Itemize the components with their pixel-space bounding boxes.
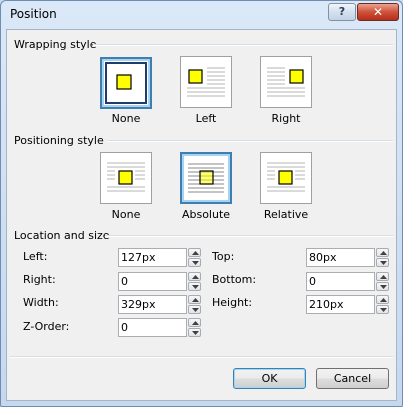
arrow-down-icon [380, 308, 387, 312]
arrow-down-icon [192, 331, 199, 335]
arrow-up-icon [192, 321, 199, 325]
bottom-field[interactable] [306, 272, 375, 291]
divider [93, 44, 393, 46]
arrow-up-icon [380, 275, 387, 279]
arrow-down-icon [192, 308, 199, 312]
zorder-label: Z-Order: [23, 320, 70, 333]
zorder-input[interactable] [119, 319, 185, 336]
left-spinner [188, 248, 201, 267]
zorder-decrement-button[interactable] [188, 328, 201, 337]
position-none-label: None [111, 208, 141, 221]
arrow-down-icon [192, 285, 199, 289]
cancel-button[interactable]: Cancel [316, 368, 389, 389]
wrap-left-label: Left [195, 112, 217, 125]
left-input[interactable] [119, 249, 185, 266]
arrow-down-icon [380, 261, 387, 265]
bottom-input[interactable] [307, 273, 373, 290]
left-decrement-button[interactable] [188, 258, 201, 267]
right-input[interactable] [119, 273, 185, 290]
divider [105, 235, 393, 237]
left-label: Left: [23, 250, 48, 263]
position-relative-icon [267, 162, 305, 192]
width-decrement-button[interactable] [188, 305, 201, 314]
right-field[interactable] [118, 272, 187, 291]
position-none-option[interactable] [100, 152, 152, 204]
top-spinner [376, 248, 389, 267]
ok-button[interactable]: OK [233, 368, 306, 389]
dialog-client: Wrapping style None Left Right Positioni… [6, 29, 397, 401]
height-decrement-button[interactable] [376, 305, 389, 314]
wrap-left-icon [187, 67, 225, 97]
dialog-title: Position [10, 7, 57, 21]
arrow-down-icon [192, 261, 199, 265]
wrapping-style-heading: Wrapping style [14, 38, 97, 51]
left-field[interactable] [118, 248, 187, 267]
width-input[interactable] [119, 296, 185, 313]
position-absolute-option[interactable] [180, 152, 232, 204]
left-increment-button[interactable] [188, 248, 201, 257]
right-decrement-button[interactable] [188, 282, 201, 291]
width-field[interactable] [118, 295, 187, 314]
wrap-right-label: Right [271, 112, 301, 125]
arrow-up-icon [192, 298, 199, 302]
bottom-spinner [376, 272, 389, 291]
height-input[interactable] [307, 296, 373, 313]
position-none-icon [107, 162, 145, 192]
arrow-up-icon [192, 275, 199, 279]
top-increment-button[interactable] [376, 248, 389, 257]
bottom-increment-button[interactable] [376, 272, 389, 281]
wrap-right-option[interactable] [260, 56, 312, 108]
position-relative-label: Relative [263, 208, 309, 221]
zorder-field[interactable] [118, 318, 187, 337]
bottom-decrement-button[interactable] [376, 282, 389, 291]
height-field[interactable] [306, 295, 375, 314]
right-label: Right: [23, 273, 56, 286]
divider [10, 356, 393, 358]
wrap-none-option[interactable] [100, 57, 152, 109]
close-button[interactable]: ✕ [357, 3, 399, 21]
zorder-increment-button[interactable] [188, 318, 201, 327]
help-button[interactable]: ? [328, 3, 356, 21]
height-spinner [376, 295, 389, 314]
position-dialog: Position ? ✕ Wrapping style None Left Ri… [0, 0, 403, 407]
position-relative-option[interactable] [260, 152, 312, 204]
wrap-right-icon [267, 67, 305, 97]
top-label: Top: [212, 250, 235, 263]
width-increment-button[interactable] [188, 295, 201, 304]
arrow-up-icon [192, 251, 199, 255]
zorder-spinner [188, 318, 201, 337]
width-spinner [188, 295, 201, 314]
right-spinner [188, 272, 201, 291]
title-bar: Position ? ✕ [1, 1, 402, 27]
wrap-left-option[interactable] [180, 56, 232, 108]
wrap-none-icon [105, 62, 147, 104]
right-increment-button[interactable] [188, 272, 201, 281]
height-increment-button[interactable] [376, 295, 389, 304]
height-label: Height: [212, 296, 253, 309]
top-input[interactable] [307, 249, 373, 266]
wrap-none-label: None [111, 112, 141, 125]
arrow-down-icon [380, 285, 387, 289]
arrow-up-icon [380, 298, 387, 302]
position-absolute-icon [188, 163, 224, 193]
top-decrement-button[interactable] [376, 258, 389, 267]
bottom-label: Bottom: [212, 273, 257, 286]
arrow-up-icon [380, 251, 387, 255]
divider [107, 140, 393, 142]
top-field[interactable] [306, 248, 375, 267]
width-label: Width: [23, 296, 59, 309]
location-size-heading: Location and size [14, 229, 110, 242]
position-absolute-label: Absolute [181, 208, 231, 221]
positioning-style-heading: Positioning style [14, 134, 104, 147]
